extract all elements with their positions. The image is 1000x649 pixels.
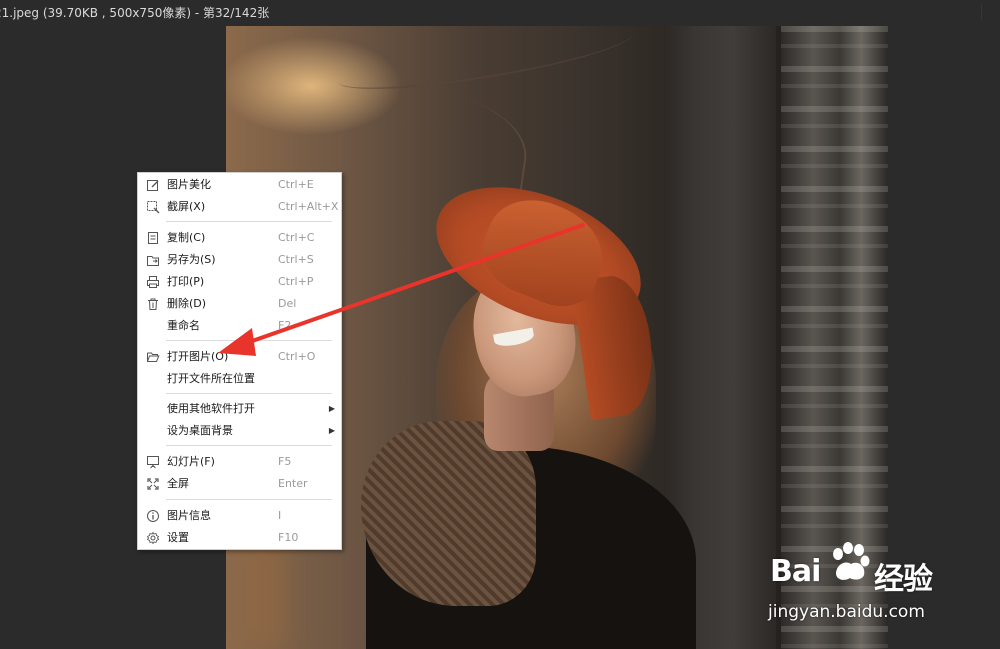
menu-item-label: 打开文件所在位置 [167, 372, 255, 385]
folder-open-icon [147, 352, 160, 362]
fullscreen-icon [147, 478, 159, 490]
menu-item-shortcut: I [278, 509, 282, 522]
menu-item-label: 截屏(X) [167, 200, 206, 213]
menu-item-open-image[interactable]: 打开图片(O) Ctrl+O [138, 346, 341, 368]
menu-item-print[interactable]: 打印(P) Ctrl+P [138, 271, 341, 293]
watermark-url: jingyan.baidu.com [768, 602, 925, 622]
menu-separator [166, 340, 332, 341]
gear-icon [146, 531, 160, 545]
photo-branch [370, 85, 534, 197]
menu-item-settings[interactable]: 设置 F10 [138, 527, 341, 549]
menu-item-shortcut: Del [278, 297, 297, 310]
menu-separator [166, 393, 332, 394]
menu-item-label: 设为桌面背景 [167, 424, 233, 437]
menu-item-beautify[interactable]: 图片美化 Ctrl+E [138, 174, 341, 196]
menu-item-label: 另存为(S) [167, 253, 216, 266]
menu-item-save-as[interactable]: 另存为(S) Ctrl+S [138, 249, 341, 271]
watermark-logo-text: Bai [770, 554, 821, 589]
menu-item-label: 设置 [167, 531, 189, 544]
menu-item-shortcut: Ctrl+C [278, 231, 315, 244]
menu-item-label: 复制(C) [167, 231, 206, 244]
menu-item-shortcut: Ctrl+O [278, 350, 316, 363]
menu-separator [166, 445, 332, 446]
window-control-button[interactable] [981, 4, 1000, 20]
menu-item-fullscreen[interactable]: 全屏 Enter [138, 473, 341, 495]
menu-item-rename[interactable]: 重命名 F2 [138, 315, 341, 337]
info-icon [147, 510, 159, 522]
menu-item-shortcut: Ctrl+Alt+X [278, 200, 339, 213]
menu-item-label: 全屏 [167, 477, 189, 490]
screenshot-icon [147, 201, 160, 214]
menu-item-shortcut: F10 [278, 531, 299, 544]
menu-item-label: 幻灯片(F) [167, 455, 215, 468]
menu-item-set-wallpaper[interactable]: 设为桌面背景 ▶ [138, 420, 341, 442]
printer-icon [147, 276, 159, 288]
menu-item-label: 图片信息 [167, 509, 211, 522]
slideshow-icon [147, 456, 159, 469]
menu-item-label: 打印(P) [167, 275, 205, 288]
menu-item-screenshot[interactable]: 截屏(X) Ctrl+Alt+X [138, 196, 341, 218]
menu-item-label: 打开图片(O) [167, 350, 229, 363]
photo-branch [334, 26, 638, 99]
menu-separator [166, 221, 332, 222]
baidu-jingyan-watermark: Bai 经验 jingyan.baidu.com [768, 540, 970, 630]
menu-item-shortcut: F5 [278, 455, 292, 468]
menu-item-copy[interactable]: 复制(C) Ctrl+C [138, 227, 341, 249]
menu-separator [166, 499, 332, 500]
trash-icon [148, 298, 158, 310]
menu-item-shortcut: Ctrl+P [278, 275, 314, 288]
menu-item-label: 图片美化 [167, 178, 211, 191]
watermark-logo-text-cn: 经验 [874, 562, 933, 597]
menu-item-label: 重命名 [167, 319, 200, 332]
menu-item-open-file-location[interactable]: 打开文件所在位置 [138, 368, 341, 390]
context-menu: 图片美化 Ctrl+E 截屏(X) Ctrl+Alt+X 复制(C) Ctrl+… [137, 172, 342, 550]
submenu-arrow-icon: ▶ [328, 426, 335, 435]
menu-item-shortcut: Ctrl+S [278, 253, 314, 266]
paw-logo-icon [833, 542, 870, 580]
menu-item-slideshow[interactable]: 幻灯片(F) F5 [138, 451, 341, 473]
save-as-icon [147, 256, 159, 266]
copy-icon [148, 232, 158, 244]
title-bar: 21.jpeg (39.70KB , 500x750像素) - 第32/142张 [0, 0, 1000, 26]
menu-item-delete[interactable]: 删除(D) Del [138, 293, 341, 315]
menu-item-open-with[interactable]: 使用其他软件打开 ▶ [138, 398, 341, 420]
menu-item-shortcut: Enter [278, 477, 308, 490]
photo-bokeh [246, 546, 286, 646]
window-title: 21.jpeg (39.70KB , 500x750像素) - 第32/142张 [0, 6, 270, 20]
menu-item-label: 删除(D) [167, 297, 207, 310]
menu-item-shortcut: F2 [278, 319, 292, 332]
menu-item-shortcut: Ctrl+E [278, 178, 314, 191]
edit-icon [147, 180, 159, 191]
submenu-arrow-icon: ▶ [328, 404, 335, 413]
menu-item-image-info[interactable]: 图片信息 I [138, 505, 341, 527]
menu-item-label: 使用其他软件打开 [167, 402, 255, 415]
